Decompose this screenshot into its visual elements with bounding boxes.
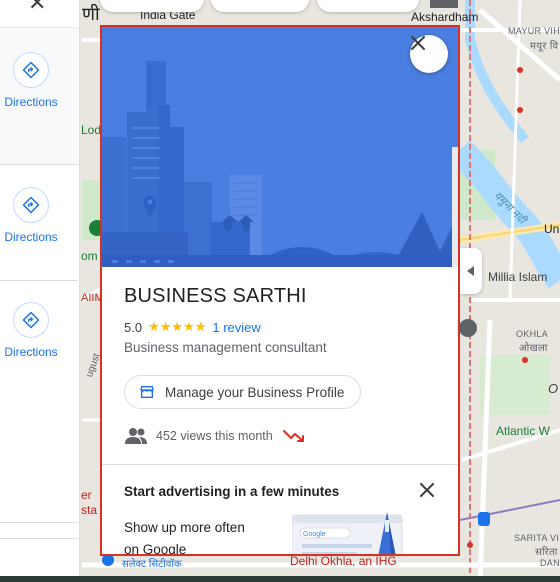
results-header: ✕ [0,0,78,28]
map-label-select-citywalk: सलेक्ट सिटीवॉक [122,559,182,570]
directions-label[interactable]: Directions [4,95,58,109]
map-label-okhla: OKHLA [516,329,549,339]
close-icon [420,483,434,497]
map-label-om: om [81,249,98,263]
business-name: BUSINESS SARTHI [124,285,307,307]
directions-label[interactable]: Directions [4,345,58,359]
map-label-o: O [548,381,559,396]
map-label-sarita-vihar-hi: सरिता वि [535,547,560,558]
storefront-icon [140,386,154,398]
city-skyline-illustration [102,27,458,267]
filter-chip-1[interactable] [100,0,204,12]
trending-down-icon [282,430,304,442]
result-item[interactable]: Directions [0,185,78,301]
caret-left-icon [467,266,474,276]
google-wordmark: Google [303,531,326,538]
close-search-icon[interactable]: ✕ [28,0,46,16]
directions-button[interactable] [13,302,49,338]
close-card-button[interactable] [410,35,448,73]
section-divider [102,464,458,465]
map-label-akshardham: Akshardham [411,10,479,24]
star-rating-icon: ★★★★★ [148,319,207,334]
ad-promo-body: Show up more often on Google [124,517,274,556]
result-item[interactable]: Directions [0,300,78,416]
result-divider [0,280,78,281]
map-label-delhi-okhla: Delhi Okhla, an IHG [290,554,397,568]
result-divider [0,522,78,523]
map-label-okhla-hi: ओखला [519,343,548,354]
rating-value: 5.0 [124,319,143,335]
bottom-strip [0,576,560,582]
map-label-hindi: णी [82,4,100,24]
hero-scrollbar[interactable] [452,147,458,267]
directions-label[interactable]: Directions [4,230,58,244]
views-row: 452 views this month [124,427,305,445]
business-category: Business management consultant [124,340,327,355]
collapse-panel-button[interactable] [460,248,482,294]
ad-illustration: Google [291,512,407,554]
hero-illustration [102,27,458,267]
manage-business-profile-button[interactable]: Manage your Business Profile [124,375,362,409]
result-item[interactable]: Directions [0,50,78,166]
map-label-dan: DAN [540,558,560,568]
close-icon [411,36,425,50]
ad-body-line1: Show up more often [124,520,245,535]
ad-body-line2: on Google [124,542,187,556]
reviews-link[interactable]: 1 review [212,320,260,335]
map-label-er: er [81,488,92,502]
map-label-sarita-vihar: SARITA VI [514,533,560,543]
rating-row: 5.0 ★★★★★ 1 review [124,319,261,335]
directions-button[interactable] [13,187,49,223]
directions-icon [22,311,40,329]
business-profile-card: BUSINESS SARTHI 5.0 ★★★★★ 1 review Busin… [100,25,460,556]
map-label-un: Un [544,222,560,236]
map-label-millia-islam: Millia Islam [488,270,548,284]
results-panel: ✕ Directions Directions Directions [0,0,80,582]
manage-business-profile-label: Manage your Business Profile [165,384,345,400]
map-label-sta: sta [81,503,98,517]
ad-promo-title: Start advertising in a few minutes [124,484,340,499]
directions-icon [22,196,40,214]
map-label-atlantic: Atlantic W [496,424,551,438]
result-divider [0,164,78,165]
dismiss-ad-button[interactable] [416,479,438,501]
people-icon [125,428,147,444]
result-divider [0,538,78,539]
map-label-mayur-vihar: MAYUR VIH [508,26,560,36]
directions-button[interactable] [13,52,49,88]
filter-chip-3[interactable] [317,0,419,12]
filter-chip-2[interactable] [211,0,309,12]
monthly-views-text: 452 views this month [156,429,273,443]
map-label-lod: Lod [81,123,102,137]
directions-icon [22,61,40,79]
map-label-mayur-vihar-hi: मयूर वि [530,41,559,52]
